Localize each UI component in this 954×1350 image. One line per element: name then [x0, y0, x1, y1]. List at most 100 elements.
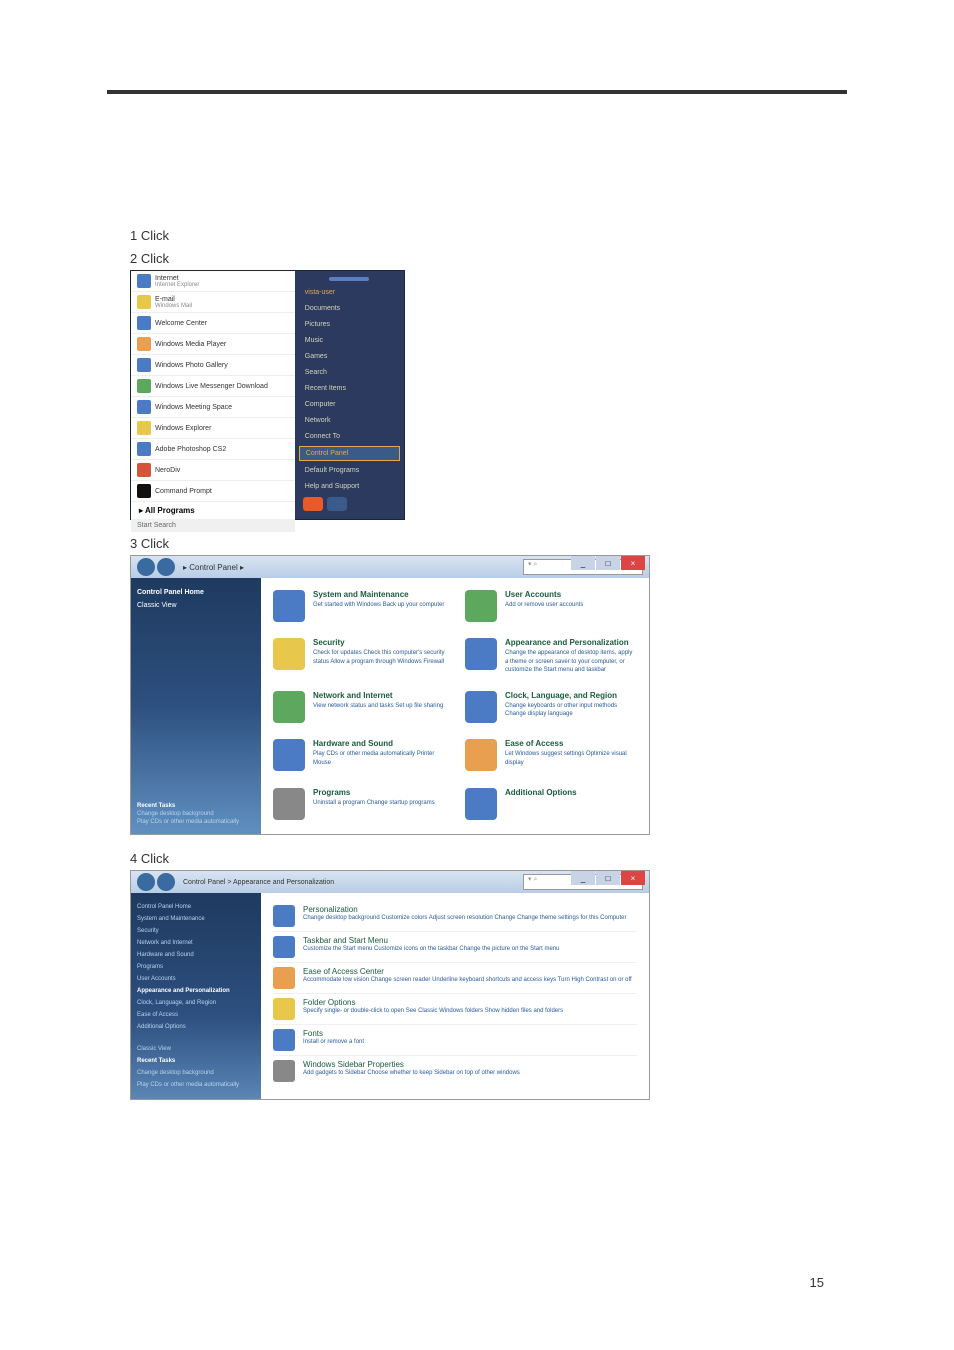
back-button[interactable]	[137, 873, 155, 891]
right-item-recent[interactable]: Recent Items	[299, 382, 400, 395]
right-item-network[interactable]: Network	[299, 414, 400, 427]
recent-task-link[interactable]: Change desktop background	[137, 810, 257, 818]
right-item-games[interactable]: Games	[299, 350, 400, 363]
cp-classic-link[interactable]: Classic View	[137, 599, 255, 612]
ap-sidebar-item[interactable]: Security	[137, 925, 255, 937]
ap-sidebar-item[interactable]: Programs	[137, 961, 255, 973]
close-button[interactable]: ×	[621, 871, 645, 885]
right-item-defaultprograms[interactable]: Default Programs	[299, 464, 400, 477]
right-item-documents[interactable]: Documents	[299, 302, 400, 315]
cp-cat-appearance[interactable]: Appearance and PersonalizationChange the…	[465, 638, 637, 677]
personalization-icon	[273, 905, 295, 927]
startmenu-item-label: Command Prompt	[155, 488, 212, 495]
right-item-computer[interactable]: Computer	[299, 398, 400, 411]
screenshot-startmenu: InternetInternet Explorer E-mailWindows …	[130, 270, 405, 520]
cp-home-link[interactable]: Control Panel Home	[137, 586, 255, 599]
ap-sidebar-classic[interactable]: Classic View	[137, 1043, 255, 1055]
right-item-pictures[interactable]: Pictures	[299, 318, 400, 331]
internet-icon	[137, 274, 151, 288]
cp-cat-network[interactable]: Network and InternetView network status …	[273, 691, 445, 725]
user-picture[interactable]	[329, 277, 369, 281]
startmenu-item-welcome[interactable]: Welcome Center	[131, 313, 295, 334]
close-button[interactable]: ×	[621, 556, 645, 570]
maximize-button[interactable]: □	[596, 871, 620, 885]
cp-cat-security[interactable]: SecurityCheck for updates Check this com…	[273, 638, 445, 677]
ap-sidebar-item[interactable]: Ease of Access	[137, 1009, 255, 1021]
startmenu-item-label: Windows Explorer	[155, 425, 211, 432]
ap-sidebar-item[interactable]: User Accounts	[137, 973, 255, 985]
ap-row-folder[interactable]: Folder OptionsSpecify single- or double-…	[273, 994, 637, 1025]
right-item-search[interactable]: Search	[299, 366, 400, 379]
right-item-help[interactable]: Help and Support	[299, 480, 400, 493]
startmenu-item-label: Windows Meeting Space	[155, 404, 232, 411]
power-button[interactable]	[303, 497, 323, 511]
startmenu-item-meetingspace[interactable]: Windows Meeting Space	[131, 397, 295, 418]
ap-sidebar-item[interactable]: Additional Options	[137, 1021, 255, 1033]
fonts-icon	[273, 1029, 295, 1051]
recent-task-link[interactable]: Change desktop background	[137, 1067, 255, 1079]
startmenu-item-internet[interactable]: InternetInternet Explorer	[131, 271, 295, 292]
startmenu-item-explorer[interactable]: Windows Explorer	[131, 418, 295, 439]
forward-button[interactable]	[157, 873, 175, 891]
breadcrumb[interactable]: ▸ Control Panel ▸	[183, 563, 244, 572]
breadcrumb[interactable]: Control Panel > Appearance and Personali…	[183, 879, 334, 886]
explorer-icon	[137, 421, 151, 435]
startmenu-item-photogallery[interactable]: Windows Photo Gallery	[131, 355, 295, 376]
startmenu-right-pane: vista-user Documents Pictures Music Game…	[295, 271, 404, 519]
startmenu-item-photoshop[interactable]: Adobe Photoshop CS2	[131, 439, 295, 460]
lock-button[interactable]	[327, 497, 347, 511]
cp-cat-ease[interactable]: Ease of AccessLet Windows suggest settin…	[465, 739, 637, 773]
appearance-icon	[465, 638, 497, 670]
right-item-user[interactable]: vista-user	[299, 286, 400, 299]
startmenu-item-label: Adobe Photoshop CS2	[155, 446, 226, 453]
maximize-button[interactable]: □	[596, 556, 620, 570]
all-programs[interactable]: ▸ All Programs	[131, 502, 295, 519]
cp-cat-additional[interactable]: Additional Options	[465, 788, 637, 822]
ap-row-personalization[interactable]: PersonalizationChange desktop background…	[273, 901, 637, 932]
recent-tasks-header: Recent Tasks	[137, 802, 257, 810]
ap-sidebar-item-active[interactable]: Appearance and Personalization	[137, 985, 255, 997]
mail-icon	[137, 295, 151, 309]
right-item-connect[interactable]: Connect To	[299, 430, 400, 443]
forward-button[interactable]	[157, 558, 175, 576]
ap-main: PersonalizationChange desktop background…	[261, 893, 649, 1099]
ap-sidebar-item[interactable]: Hardware and Sound	[137, 949, 255, 961]
back-button[interactable]	[137, 558, 155, 576]
recent-task-link[interactable]: Play CDs or other media automatically	[137, 818, 257, 826]
cp-cat-programs[interactable]: ProgramsUninstall a program Change start…	[273, 788, 445, 822]
ap-row-taskbar[interactable]: Taskbar and Start MenuCustomize the Star…	[273, 932, 637, 963]
ap-sidebar-item[interactable]: System and Maintenance	[137, 913, 255, 925]
cp-cat-hardware[interactable]: Hardware and SoundPlay CDs or other medi…	[273, 739, 445, 773]
startmenu-item-cmd[interactable]: Command Prompt	[131, 481, 295, 502]
recent-task-link[interactable]: Play CDs or other media automatically	[137, 1079, 255, 1091]
ap-sidebar-item[interactable]: Clock, Language, and Region	[137, 997, 255, 1009]
step-2-label: 2 Click	[130, 251, 954, 266]
minimize-button[interactable]: _	[571, 871, 595, 885]
start-search[interactable]: Start Search	[131, 519, 295, 532]
startmenu-item-messenger[interactable]: Windows Live Messenger Download	[131, 376, 295, 397]
photoshop-icon	[137, 442, 151, 456]
startmenu-left-pane: InternetInternet Explorer E-mailWindows …	[131, 271, 295, 519]
startmenu-item-nero[interactable]: NeroDiv	[131, 460, 295, 481]
startmenu-item-label: Windows Live Messenger Download	[155, 383, 268, 390]
ap-sidebar-item[interactable]: Network and Internet	[137, 937, 255, 949]
startmenu-item-label: E-mail	[155, 296, 192, 303]
ap-row-sidebar[interactable]: Windows Sidebar PropertiesAdd gadgets to…	[273, 1056, 637, 1086]
step-3-label: 3 Click	[130, 536, 954, 551]
minimize-button[interactable]: _	[571, 556, 595, 570]
cp-cat-clock[interactable]: Clock, Language, and RegionChange keyboa…	[465, 691, 637, 725]
startmenu-item-mediaplayer[interactable]: Windows Media Player	[131, 334, 295, 355]
startmenu-item-email[interactable]: E-mailWindows Mail	[131, 292, 295, 313]
right-item-controlpanel[interactable]: Control Panel	[299, 446, 400, 461]
taskbar-icon	[273, 936, 295, 958]
cmd-icon	[137, 484, 151, 498]
ease-center-icon	[273, 967, 295, 989]
cp-cat-users[interactable]: User AccountsAdd or remove user accounts	[465, 590, 637, 624]
ap-sidebar-home[interactable]: Control Panel Home	[137, 901, 255, 913]
ap-row-ease[interactable]: Ease of Access CenterAccommodate low vis…	[273, 963, 637, 994]
right-item-music[interactable]: Music	[299, 334, 400, 347]
startmenu-item-label: Welcome Center	[155, 320, 207, 327]
cp-cat-system[interactable]: System and MaintenanceGet started with W…	[273, 590, 445, 624]
startmenu-item-label: NeroDiv	[155, 467, 180, 474]
ap-row-fonts[interactable]: FontsInstall or remove a font	[273, 1025, 637, 1056]
